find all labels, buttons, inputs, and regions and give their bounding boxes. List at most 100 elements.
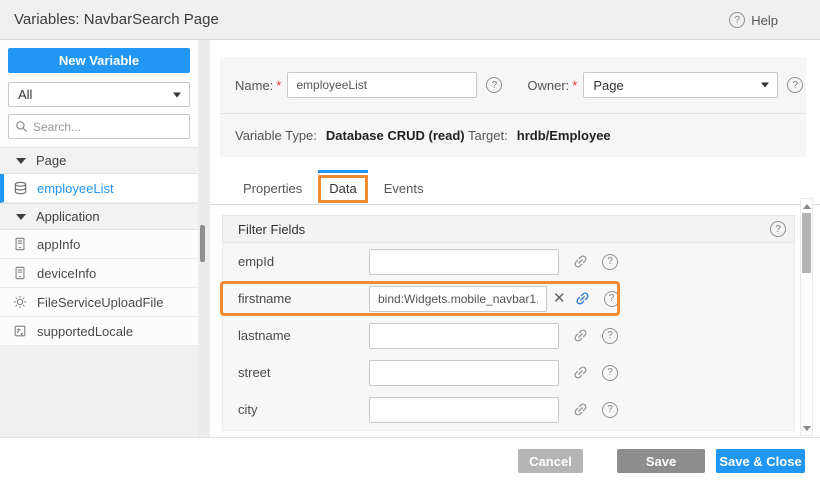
name-help-icon[interactable] (486, 77, 502, 93)
content-scrollbar[interactable] (800, 198, 813, 436)
variable-type-label: Variable Type: (235, 128, 317, 143)
variables-sidebar: New Variable All Page employeeList (0, 40, 198, 437)
owner-label: Owner: (527, 78, 569, 93)
field-help-icon[interactable] (602, 254, 618, 270)
collapse-triangle-icon (16, 158, 26, 164)
target-group: Target: hrdb/Employee (468, 128, 611, 143)
field-help-icon[interactable] (602, 402, 618, 418)
target-value: hrdb/Employee (517, 128, 611, 143)
sidebar-item-label: deviceInfo (37, 266, 96, 281)
variable-detail-panel: Name: * Owner: * Page Variable Type: Dat… (210, 40, 820, 437)
sidebar-item-deviceinfo[interactable]: deviceInfo (0, 259, 198, 288)
cancel-button[interactable]: Cancel (518, 449, 583, 473)
owner-value: Page (593, 78, 623, 93)
group-page[interactable]: Page (0, 147, 198, 174)
dialog-footer: Cancel Save Save & Close (0, 437, 820, 490)
filter-fields-section: Filter Fields empId firstname (222, 215, 795, 431)
filter-row-firstname: firstname (223, 280, 794, 317)
name-input[interactable] (287, 72, 477, 98)
bind-link-icon[interactable] (572, 401, 589, 418)
sidebar-item-label: supportedLocale (37, 324, 133, 339)
device-icon (13, 266, 28, 281)
save-button[interactable]: Save (617, 449, 705, 473)
bind-link-icon[interactable] (572, 253, 589, 270)
sidebar-item-fileserviceuploadfile[interactable]: FileServiceUploadFile (0, 288, 198, 317)
owner-help-icon[interactable] (787, 77, 803, 93)
variables-dialog: Variables: NavbarSearch Page Help New Va… (0, 0, 820, 490)
required-marker: * (572, 78, 577, 93)
field-help-icon[interactable] (602, 328, 618, 344)
field-label: street (238, 365, 369, 380)
lastname-input[interactable] (369, 323, 559, 349)
collapse-triangle-icon (16, 214, 26, 220)
sidebar-item-label: appInfo (37, 237, 80, 252)
variable-filter-value: All (18, 87, 32, 102)
new-variable-button[interactable]: New Variable (8, 48, 190, 73)
search-input[interactable] (33, 120, 183, 134)
clear-binding-icon[interactable] (553, 291, 566, 306)
locale-icon (13, 324, 28, 339)
sidebar-item-appinfo[interactable]: appInfo (0, 230, 198, 259)
page-title: Variables: NavbarSearch Page (0, 11, 219, 28)
field-help-icon[interactable] (602, 365, 618, 381)
database-icon (13, 181, 28, 196)
bind-link-icon[interactable] (572, 327, 589, 344)
filter-fields-help-icon[interactable] (770, 221, 786, 237)
name-owner-row: Name: * Owner: * Page (220, 57, 806, 114)
field-label: firstname (238, 291, 369, 306)
filter-row-lastname: lastname (223, 317, 794, 354)
city-input[interactable] (369, 397, 559, 423)
variable-info-panel: Name: * Owner: * Page Variable Type: Dat… (220, 57, 806, 157)
sidebar-item-employeelist[interactable]: employeeList (0, 174, 198, 203)
footer-buttons: Cancel Save Save & Close (518, 449, 805, 473)
target-label: Target: (468, 128, 508, 143)
bind-link-icon-active[interactable] (574, 290, 591, 307)
filter-row-street: street (223, 354, 794, 391)
tab-properties[interactable]: Properties (232, 175, 313, 204)
data-tab-content: Filter Fields empId firstname (210, 205, 820, 437)
service-gear-icon (13, 295, 28, 310)
search-icon (15, 120, 28, 133)
bind-link-icon[interactable] (572, 364, 589, 381)
chevron-down-icon (173, 92, 181, 97)
field-help-icon[interactable] (604, 291, 620, 307)
firstname-input[interactable] (369, 286, 547, 312)
filter-row-empid: empId (223, 243, 794, 280)
field-label: empId (238, 254, 369, 269)
help-button[interactable]: Help (729, 0, 778, 40)
group-application[interactable]: Application (0, 203, 198, 230)
field-label: lastname (238, 328, 369, 343)
group-label: Application (36, 209, 100, 224)
filter-fields-body: empId firstname lastname (222, 243, 795, 431)
sidebar-scrollbar[interactable] (198, 40, 210, 437)
filter-row-city: city (223, 391, 794, 428)
sidebar-item-supportedlocale[interactable]: supportedLocale (0, 317, 198, 346)
device-icon (13, 237, 28, 252)
tab-events[interactable]: Events (373, 175, 435, 204)
sidebar-item-label: FileServiceUploadFile (37, 295, 163, 310)
scroll-up-arrow[interactable] (801, 200, 812, 212)
scroll-down-arrow[interactable] (801, 422, 812, 434)
sidebar-item-label: employeeList (37, 181, 114, 196)
group-label: Page (36, 153, 66, 168)
variable-type-value: Database CRUD (read) (326, 128, 465, 143)
save-and-close-button[interactable]: Save & Close (716, 449, 805, 473)
content-scrollbar-thumb[interactable] (802, 213, 811, 273)
help-label: Help (751, 13, 778, 28)
field-label: city (238, 402, 369, 417)
help-icon (729, 12, 745, 28)
filter-fields-header: Filter Fields (222, 215, 795, 243)
variable-filter-select[interactable]: All (8, 82, 190, 107)
type-target-row: Variable Type: Database CRUD (read) Targ… (220, 114, 806, 156)
variable-list: Page employeeList Application appInfo (0, 147, 198, 346)
variable-search (8, 114, 190, 139)
required-marker: * (276, 78, 281, 93)
sidebar-scrollbar-thumb[interactable] (200, 225, 205, 262)
street-input[interactable] (369, 360, 559, 386)
empid-input[interactable] (369, 249, 559, 275)
tab-data[interactable]: Data (318, 175, 367, 203)
chevron-down-icon (761, 83, 769, 88)
owner-select[interactable]: Page (583, 72, 778, 98)
name-label: Name: (235, 78, 273, 93)
sidebar-controls: New Variable All (0, 40, 198, 147)
